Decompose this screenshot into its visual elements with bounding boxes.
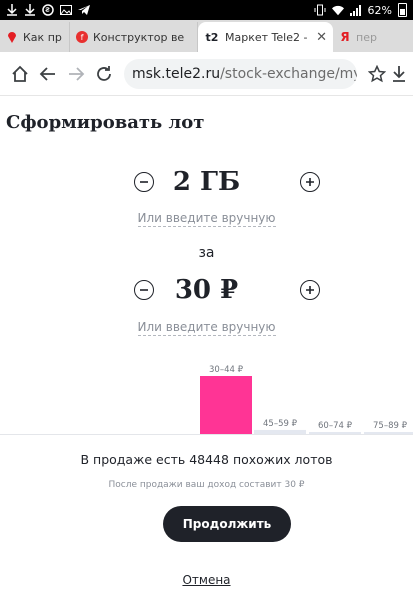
status-bar: 62% [0,0,413,20]
yandex-icon: Я [340,30,350,44]
svg-text:f: f [81,33,84,42]
bookmark-star-icon[interactable] [363,60,391,88]
close-icon[interactable]: ✕ [316,30,327,45]
similar-lots-count: В продаже есть 48448 похожих лотов [80,452,333,467]
system-icons: 62% [314,3,407,17]
volume-manual-link[interactable]: Или введите вручную [0,211,413,227]
battery-icon [398,3,407,17]
image-icon [60,4,72,16]
histogram-bar-1[interactable] [200,376,252,434]
wifi-icon [331,4,344,16]
telegram-icon [78,4,90,16]
minus-icon [140,289,148,291]
price-stepper: 30 ₽ [0,270,413,310]
url-field[interactable]: msk.tele2.ru/stock-exchange/my [124,58,357,89]
signal-icon [349,4,362,16]
download-icon [6,4,18,16]
tab-label: Как пр [23,30,62,44]
battery-percent: 62% [367,3,392,17]
url-host: msk.tele2.ru [132,65,221,82]
download-icon [24,4,36,16]
continue-button[interactable]: Продолжить [163,506,291,542]
increase-volume-button[interactable] [300,172,320,192]
histogram-label-1: 30–44 ₽ [209,365,244,375]
tab-label: пер [356,30,377,44]
volume-value: 2 ГБ [172,167,241,197]
tele2-red-icon: f [76,31,88,43]
price-histogram: 30–44 ₽ 45–59 ₽ 60–74 ₽ 75–89 ₽ [200,365,413,434]
tab-1[interactable]: Как пр [0,22,70,52]
plus-icon [306,178,314,186]
cancel-link[interactable]: Отмена [0,573,413,587]
tab-label: Маркет Tele2 - [225,30,308,44]
tab-strip: Как пр f Конструктор ве t2 Маркет Tele2 … [0,20,413,52]
plus-icon [306,286,314,294]
tab-2[interactable]: f Конструктор ве [70,22,198,52]
price-value: 30 ₽ [174,275,239,305]
volume-manual-link-text[interactable]: Или введите вручную [137,211,276,227]
download-icon[interactable] [391,60,407,88]
page-title: Сформировать лот [6,112,205,133]
minus-icon [140,181,148,183]
cancel-link-text[interactable]: Отмена [182,573,230,587]
tab-4[interactable]: Я пер [333,22,413,52]
histogram-baseline [0,434,413,435]
income-note: После продажи ваш доход составит 30 ₽ [108,480,305,490]
histogram-label-4: 75–89 ₽ [373,421,408,431]
histogram-label-2: 45–59 ₽ [263,419,298,429]
vibrate-icon [314,4,326,16]
increase-price-button[interactable] [300,280,320,300]
decrease-volume-button[interactable] [134,172,154,192]
histogram-label-3: 60–74 ₽ [318,421,353,431]
yandex-pin-icon [6,31,18,43]
tele2-logo-icon: t2 [205,30,219,44]
notification-icons [6,4,90,16]
forward-icon[interactable] [62,60,90,88]
volume-stepper: 2 ГБ [0,162,413,202]
browser-toolbar: msk.tele2.ru/stock-exchange/my [0,52,413,96]
back-icon[interactable] [34,60,62,88]
price-manual-link-text[interactable]: Или введите вручную [137,320,276,336]
reload-icon[interactable] [90,60,118,88]
skype-icon [42,4,54,16]
home-icon[interactable] [6,60,34,88]
tab-label: Конструктор ве [93,30,185,44]
price-manual-link[interactable]: Или введите вручную [0,320,413,336]
tab-3-active[interactable]: t2 Маркет Tele2 - ✕ [198,22,333,52]
decrease-price-button[interactable] [134,280,154,300]
url-path: /stock-exchange/my [220,65,357,82]
for-label: за [198,245,215,261]
